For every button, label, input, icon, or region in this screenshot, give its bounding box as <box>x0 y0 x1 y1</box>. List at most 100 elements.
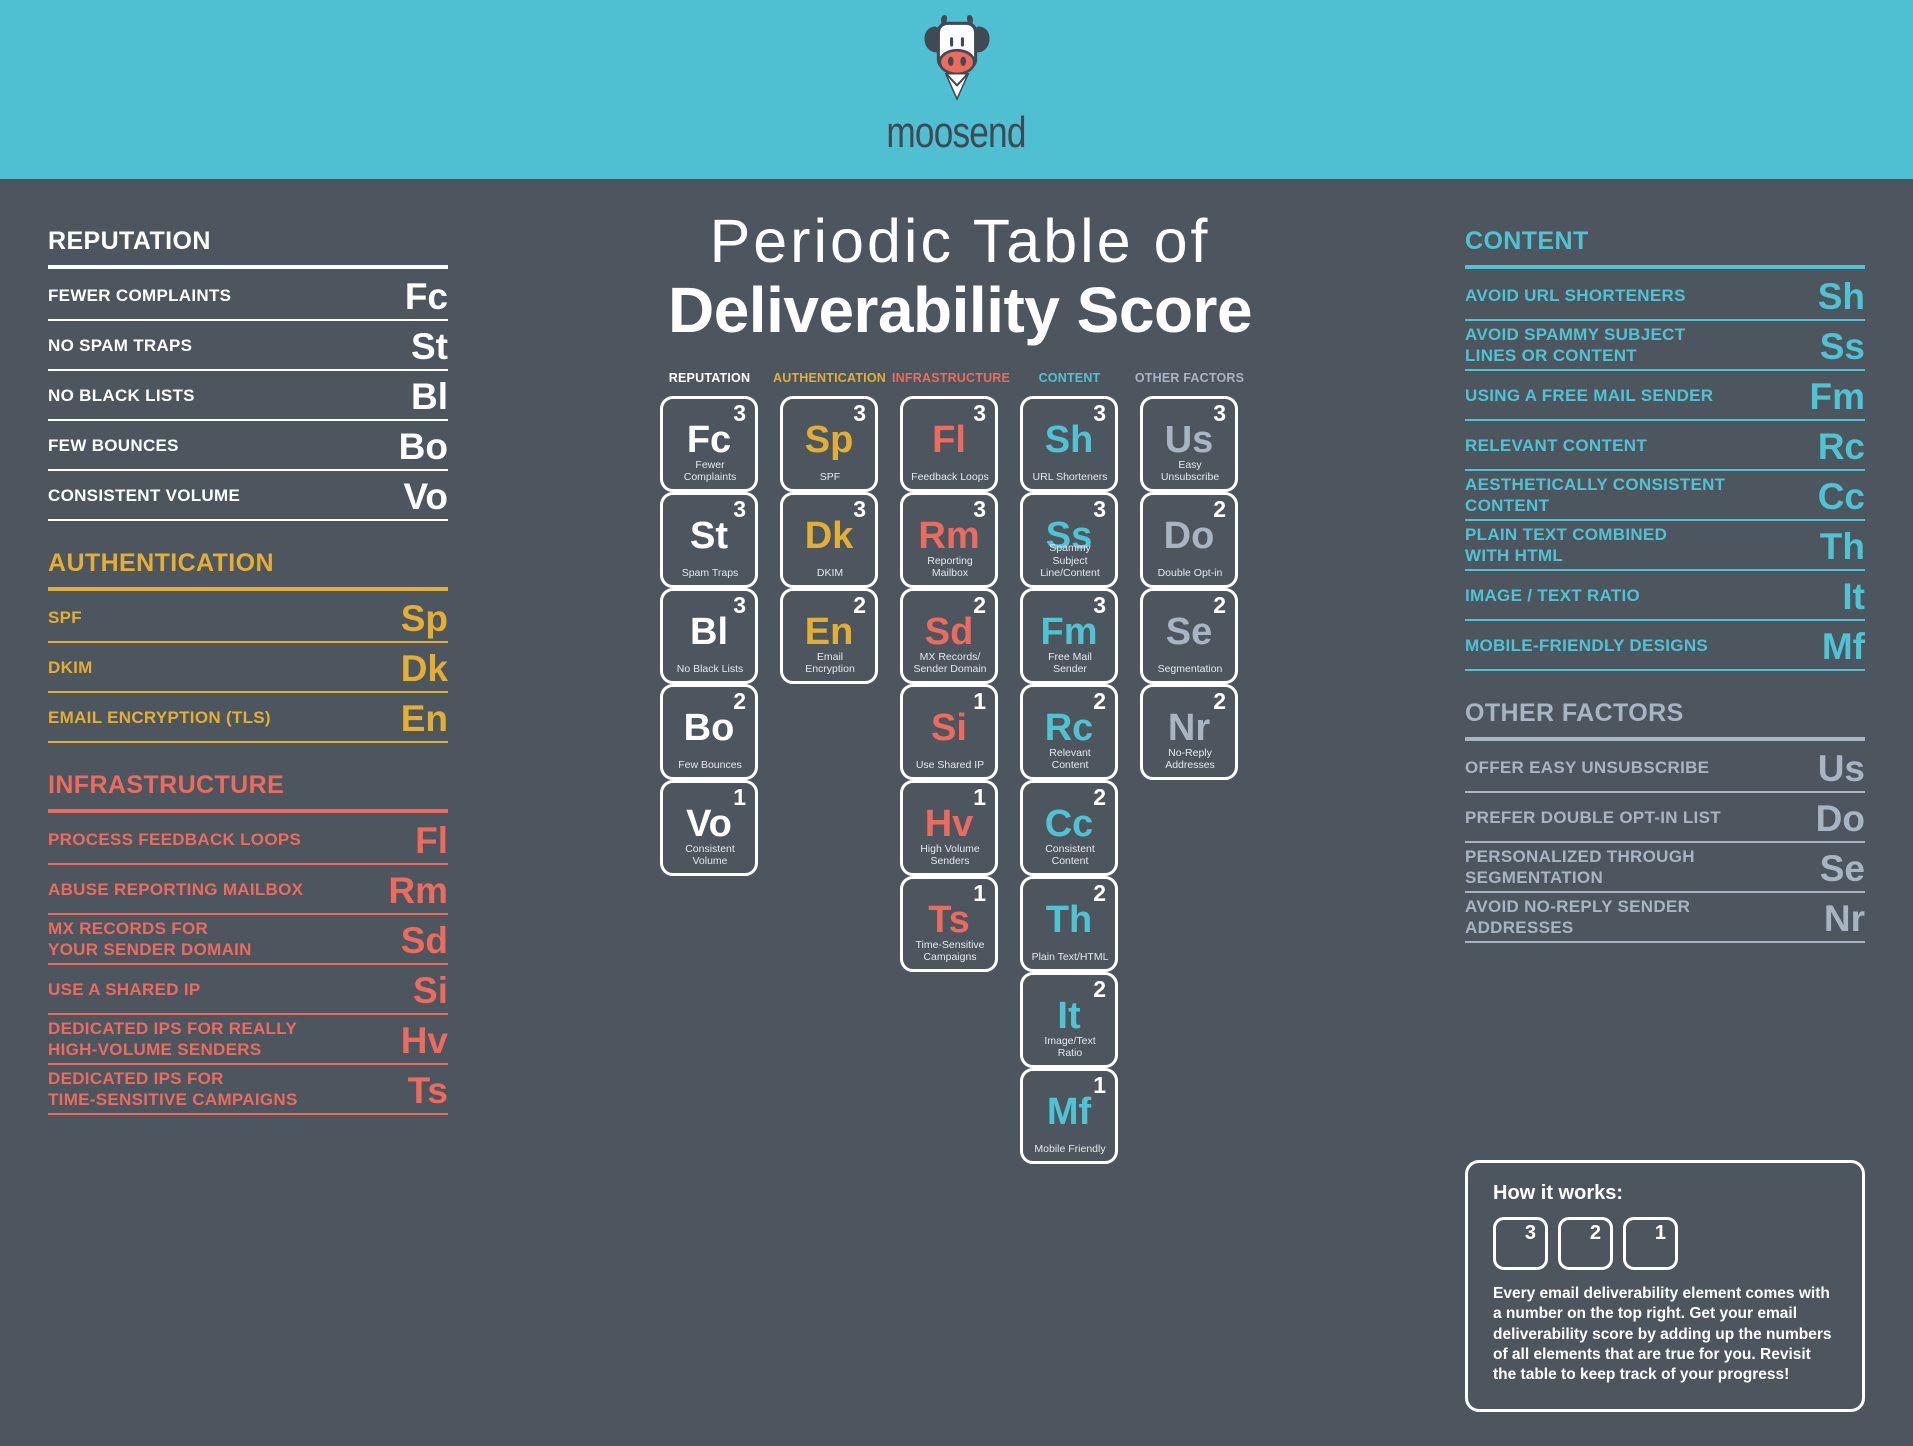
factor-row[interactable]: EMAIL ENCRYPTION (TLS) En <box>48 693 448 743</box>
cell-name: Double Opt-in <box>1157 567 1223 580</box>
cell-symbol: Hv <box>924 803 974 846</box>
periodic-cell[interactable]: 1 Si Use Shared IP <box>900 684 998 781</box>
section-heading: OTHER FACTORS <box>1465 699 1684 727</box>
factor-symbol: It <box>1842 575 1865 617</box>
factor-symbol: Dk <box>400 647 448 689</box>
brand-header: moosend <box>0 0 1913 179</box>
factor-row[interactable]: PREFER DOUBLE OPT-IN LIST Do <box>1465 793 1865 843</box>
cell-name: Reporting Mailbox <box>927 554 973 580</box>
factor-row[interactable]: USE A SHARED IP Si <box>48 965 448 1015</box>
cell-symbol: Nr <box>1167 707 1211 750</box>
factor-row[interactable]: DKIM Dk <box>48 643 448 693</box>
periodic-cell[interactable]: 1 Mf Mobile Friendly <box>1020 1068 1118 1165</box>
periodic-column-header: REPUTATION <box>668 371 751 386</box>
factor-symbol: Sd <box>400 919 448 961</box>
factor-row[interactable]: AESTHETICALLY CONSISTENT CONTENT Cc <box>1465 471 1865 521</box>
factor-label: AVOID URL SHORTENERS <box>1465 285 1686 305</box>
cell-name: Free Mail Sender <box>1048 650 1092 676</box>
factor-label: CONSISTENT VOLUME <box>48 485 241 505</box>
cell-name: No Black Lists <box>676 663 744 676</box>
score-chip-number: 3 <box>1524 1222 1536 1245</box>
periodic-cell[interactable]: 2 Rc Relevant Content <box>1020 684 1118 781</box>
factor-row[interactable]: AVOID NO-REPLY SENDER ADDRESSES Nr <box>1465 893 1865 943</box>
factor-symbol: St <box>411 325 448 367</box>
factor-label: USING A FREE MAIL SENDER <box>1465 385 1714 405</box>
periodic-cell[interactable]: 1 Hv High Volume Senders <box>900 780 998 877</box>
factor-symbol: Bl <box>411 375 448 417</box>
periodic-cell[interactable]: 2 Do Double Opt-in <box>1140 492 1238 589</box>
periodic-cell[interactable]: 3 Ss Spammy Subject Line/Content <box>1020 492 1118 589</box>
factor-row[interactable]: CONSISTENT VOLUME Vo <box>48 471 448 521</box>
factor-symbol: Fc <box>404 275 448 317</box>
factor-symbol: Nr <box>1823 897 1865 939</box>
factor-row[interactable]: FEW BOUNCES Bo <box>48 421 448 471</box>
how-it-works-title: How it works: <box>1493 1182 1624 1205</box>
factor-row[interactable]: OFFER EASY UNSUBSCRIBE Us <box>1465 743 1865 793</box>
factor-symbol: Sp <box>400 597 448 639</box>
factor-symbol: Sh <box>1817 275 1865 317</box>
periodic-cell[interactable]: 3 Fl Feedback Loops <box>900 396 998 493</box>
factor-row[interactable]: MOBILE-FRIENDLY DESIGNS Mf <box>1465 621 1865 671</box>
factor-row[interactable]: PROCESS FEEDBACK LOOPS Fl <box>48 815 448 865</box>
factor-row[interactable]: PERSONALIZED THROUGH SEGMENTATION Se <box>1465 843 1865 893</box>
periodic-cell[interactable]: 2 En Email Encryption <box>780 588 878 685</box>
periodic-cell[interactable]: 3 Sh URL Shorteners <box>1020 396 1118 493</box>
periodic-cell[interactable]: 1 Vo Consistent Volume <box>660 780 758 877</box>
factor-label: OFFER EASY UNSUBSCRIBE <box>1465 757 1710 777</box>
periodic-cell[interactable]: 3 Rm Reporting Mailbox <box>900 492 998 589</box>
cell-name: Consistent Volume <box>685 842 735 868</box>
periodic-cell[interactable]: 2 Th Plain Text/HTML <box>1020 876 1118 973</box>
cell-symbol: Fl <box>932 419 966 462</box>
cell-name: Easy Unsubscribe <box>1160 458 1220 484</box>
factor-row[interactable]: DEDICATED IPS FOR TIME-SENSITIVE CAMPAIGN… <box>48 1065 448 1115</box>
factor-symbol: Hv <box>400 1019 448 1061</box>
periodic-cell[interactable]: 3 St Spam Traps <box>660 492 758 589</box>
factor-row[interactable]: PLAIN TEXT COMBINED WITH HTML Th <box>1465 521 1865 571</box>
cell-symbol: Fm <box>1040 611 1098 654</box>
periodic-cell[interactable]: 3 Dk DKIM <box>780 492 878 589</box>
periodic-cell[interactable]: 3 Sp SPF <box>780 396 878 493</box>
periodic-column-header: OTHER FACTORS <box>1134 371 1245 386</box>
factor-row[interactable]: DEDICATED IPS FOR REALLY HIGH-VOLUME SEND… <box>48 1015 448 1065</box>
factor-symbol: Cc <box>1817 475 1865 517</box>
periodic-column-header: AUTHENTICATION <box>773 371 886 386</box>
factor-row[interactable]: FEWER COMPLAINTS Fc <box>48 271 448 321</box>
factor-row[interactable]: SPF Sp <box>48 593 448 643</box>
factor-symbol: Si <box>413 969 448 1011</box>
cell-symbol: Bl <box>690 611 728 654</box>
periodic-cell[interactable]: 2 Bo Few Bounces <box>660 684 758 781</box>
factor-row[interactable]: IMAGE / TEXT RATIO It <box>1465 571 1865 621</box>
factor-row[interactable]: ABUSE REPORTING MAILBOX Rm <box>48 865 448 915</box>
factor-symbol: Rc <box>1817 425 1865 467</box>
factor-symbol: Do <box>1815 797 1865 839</box>
factor-label: FEW BOUNCES <box>48 435 179 455</box>
factor-label: USE A SHARED IP <box>48 979 201 999</box>
factor-row[interactable]: NO SPAM TRAPS St <box>48 321 448 371</box>
factor-label: PERSONALIZED THROUGH SEGMENTATION <box>1465 847 1695 887</box>
factor-row[interactable]: USING A FREE MAIL SENDER Fm <box>1465 371 1865 421</box>
factor-row[interactable]: RELEVANT CONTENT Rc <box>1465 421 1865 471</box>
cell-symbol: Rm <box>918 515 980 558</box>
periodic-cell[interactable]: 1 Ts Time-Sensitive Campaigns <box>900 876 998 973</box>
factor-row[interactable]: NO BLACK LISTS Bl <box>48 371 448 421</box>
cell-symbol: Bo <box>683 707 735 750</box>
section-heading: AUTHENTICATION <box>48 549 274 577</box>
periodic-cell[interactable]: 2 It Image/Text Ratio <box>1020 972 1118 1069</box>
cell-name: Fewer Complaints <box>683 458 737 484</box>
periodic-cell[interactable]: 3 Fm Free Mail Sender <box>1020 588 1118 685</box>
factor-row[interactable]: AVOID URL SHORTENERS Sh <box>1465 271 1865 321</box>
cell-name: Consistent Content <box>1045 842 1095 868</box>
cell-name: Spammy Subject Line/Content <box>1040 542 1100 580</box>
cell-name: DKIM <box>816 567 844 580</box>
periodic-cell[interactable]: 2 Cc Consistent Content <box>1020 780 1118 877</box>
factor-row[interactable]: AVOID SPAMMY SUBJECT LINES OR CONTENT Ss <box>1465 321 1865 371</box>
periodic-cell[interactable]: 3 Bl No Black Lists <box>660 588 758 685</box>
periodic-cell[interactable]: 2 Nr No-Reply Addresses <box>1140 684 1238 781</box>
factor-row[interactable]: MX RECORDS FOR YOUR SENDER DOMAIN Sd <box>48 915 448 965</box>
factor-symbol: Rm <box>388 869 448 911</box>
periodic-cell[interactable]: 2 Se Segmentation <box>1140 588 1238 685</box>
periodic-cell[interactable]: 3 Fc Fewer Complaints <box>660 396 758 493</box>
periodic-cell[interactable]: 2 Sd MX Records/Sender Domain <box>900 588 998 685</box>
periodic-cell[interactable]: 3 Us Easy Unsubscribe <box>1140 396 1238 493</box>
